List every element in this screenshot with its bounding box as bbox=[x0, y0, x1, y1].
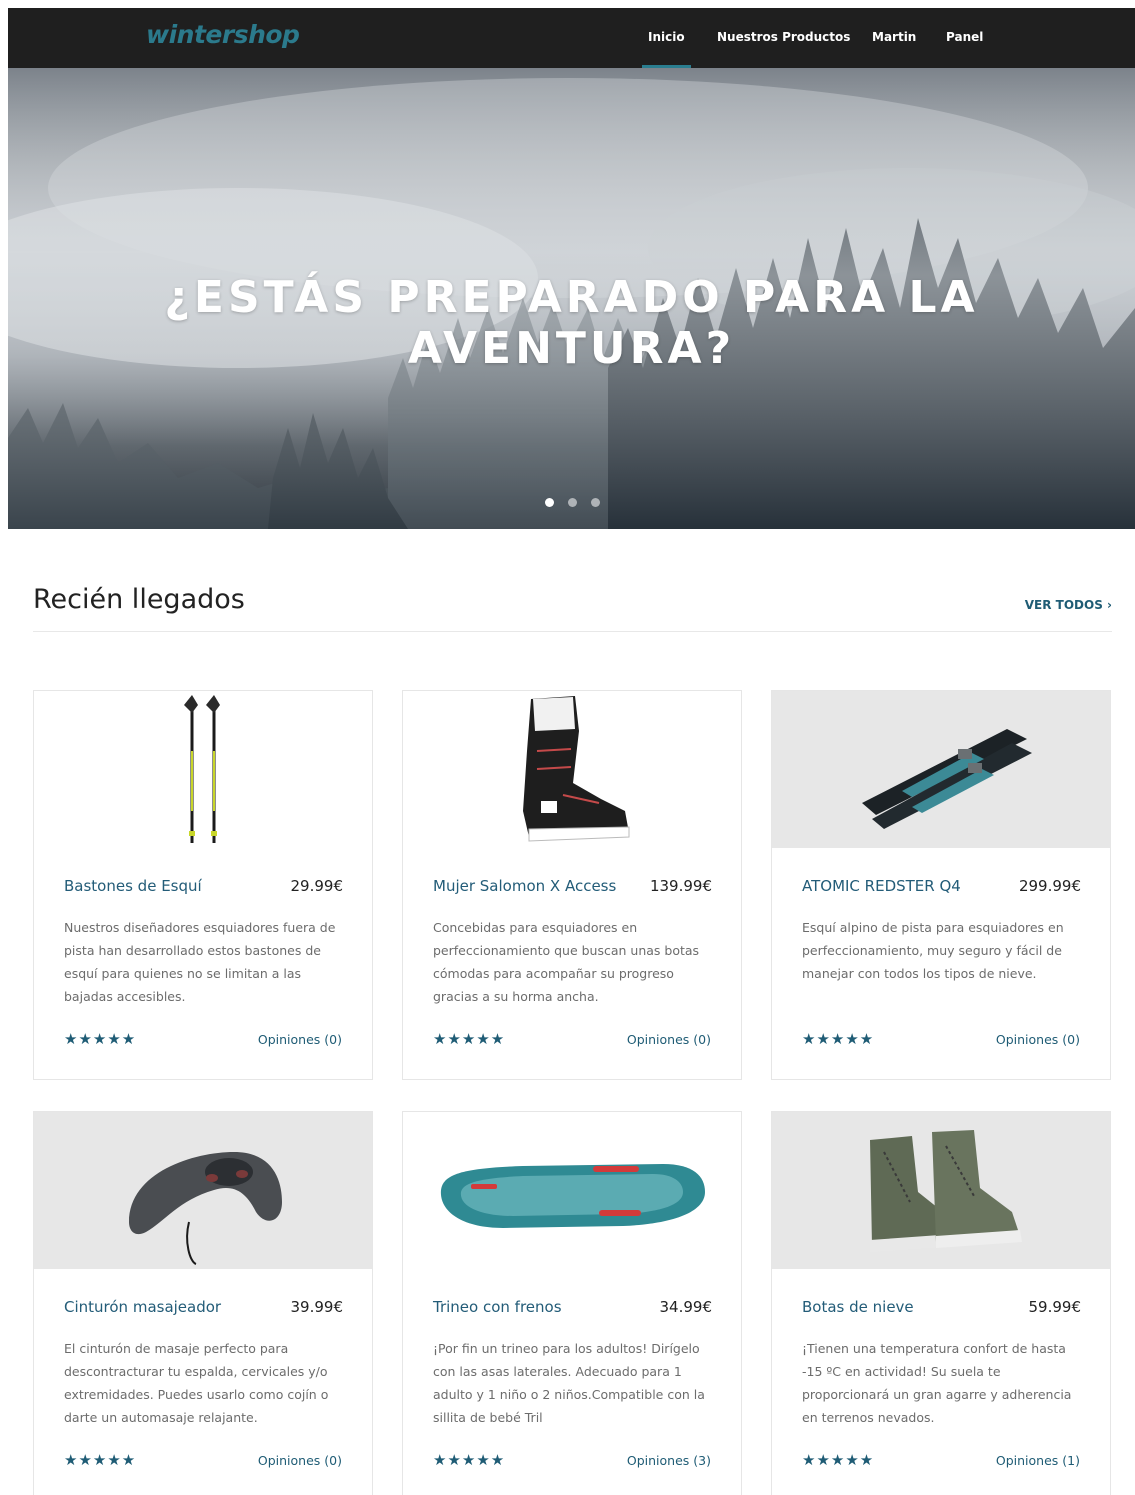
nav-item-inicio[interactable]: Inicio bbox=[642, 30, 691, 68]
product-price: 34.99€ bbox=[659, 1298, 713, 1316]
reviews-link[interactable]: Opiniones (0) bbox=[996, 1032, 1080, 1047]
section-title: Recién llegados bbox=[33, 584, 245, 615]
star-rating-icon: ★★★★★ bbox=[433, 1030, 506, 1048]
product-image[interactable] bbox=[403, 691, 741, 848]
star-rating-icon: ★★★★★ bbox=[433, 1451, 506, 1469]
chevron-right-icon: › bbox=[1107, 598, 1112, 612]
product-description: El cinturón de masaje perfecto para desc… bbox=[64, 1341, 329, 1425]
ski-boot-icon bbox=[523, 696, 630, 842]
star-rating-icon: ★★★★★ bbox=[802, 1451, 875, 1469]
hero-carousel: ¿ESTÁS PREPARADO PARA LA AVENTURA? bbox=[8, 68, 1135, 529]
product-card[interactable]: Mujer Salomon X Access 139.99€ Concebida… bbox=[402, 690, 742, 1080]
hero-title: ¿ESTÁS PREPARADO PARA LA AVENTURA? bbox=[164, 272, 979, 374]
carousel-dot-3[interactable] bbox=[591, 498, 600, 507]
product-price: 299.99€ bbox=[1018, 877, 1081, 895]
reviews-link[interactable]: Opiniones (0) bbox=[627, 1032, 711, 1047]
reviews-link[interactable]: Opiniones (1) bbox=[996, 1453, 1080, 1468]
product-price: 139.99€ bbox=[649, 877, 712, 895]
product-name[interactable]: Trineo con frenos bbox=[433, 1298, 562, 1316]
product-name[interactable]: Botas de nieve bbox=[802, 1298, 914, 1316]
snow-boots-icon bbox=[870, 1130, 1022, 1252]
product-card[interactable]: Cinturón masajeador 39.99€ El cinturón d… bbox=[33, 1111, 373, 1495]
product-name[interactable]: Cinturón masajeador bbox=[64, 1298, 221, 1316]
view-all-label: VER TODOS bbox=[1024, 598, 1103, 612]
product-description: Concebidas para esquiadores en perfeccio… bbox=[433, 920, 700, 1004]
reviews-link[interactable]: Opiniones (3) bbox=[627, 1453, 711, 1468]
product-name[interactable]: ATOMIC REDSTER Q4 bbox=[802, 877, 961, 895]
section-divider bbox=[33, 631, 1112, 632]
product-image[interactable] bbox=[772, 1112, 1110, 1269]
ski-poles-icon bbox=[184, 695, 220, 843]
view-all-link[interactable]: VER TODOS › bbox=[1025, 598, 1112, 612]
product-name[interactable]: Mujer Salomon X Access bbox=[433, 877, 616, 895]
product-image[interactable] bbox=[772, 691, 1110, 848]
carousel-dot-2[interactable] bbox=[568, 498, 577, 507]
product-card[interactable]: ATOMIC REDSTER Q4 299.99€ Esquí alpino d… bbox=[771, 690, 1111, 1080]
product-description: ¡Tienen una temperatura confort de hasta… bbox=[802, 1341, 1072, 1425]
nav-item-martin[interactable]: Martin bbox=[872, 30, 916, 44]
product-card[interactable]: Botas de nieve 59.99€ ¡Tienen una temper… bbox=[771, 1111, 1111, 1495]
reviews-link[interactable]: Opiniones (0) bbox=[258, 1032, 342, 1047]
star-rating-icon: ★★★★★ bbox=[64, 1030, 137, 1048]
product-card[interactable]: Bastones de Esquí 29.99€ Nuestros diseña… bbox=[33, 690, 373, 1080]
site-logo[interactable]: wintershop bbox=[146, 20, 300, 49]
product-price: 39.99€ bbox=[290, 1298, 344, 1316]
product-price: 29.99€ bbox=[290, 877, 344, 895]
product-description: ¡Por fin un trineo para los adultos! Dir… bbox=[433, 1341, 705, 1425]
product-name[interactable]: Bastones de Esquí bbox=[64, 877, 202, 895]
massage-belt-icon bbox=[129, 1152, 282, 1265]
navbar: wintershop Inicio Nuestros Productos Mar… bbox=[8, 8, 1135, 68]
sled-icon bbox=[440, 1164, 705, 1228]
product-image[interactable] bbox=[34, 691, 372, 848]
carousel-dot-1[interactable] bbox=[545, 498, 554, 507]
carousel-indicators bbox=[545, 498, 600, 507]
product-image[interactable] bbox=[403, 1112, 741, 1269]
product-price: 59.99€ bbox=[1028, 1298, 1082, 1316]
product-card[interactable]: Trineo con frenos 34.99€ ¡Por fin un tri… bbox=[402, 1111, 742, 1495]
nav-item-productos[interactable]: Nuestros Productos bbox=[717, 30, 850, 44]
product-image[interactable] bbox=[34, 1112, 372, 1269]
star-rating-icon: ★★★★★ bbox=[64, 1451, 137, 1469]
reviews-link[interactable]: Opiniones (0) bbox=[258, 1453, 342, 1468]
star-rating-icon: ★★★★★ bbox=[802, 1030, 875, 1048]
nav-item-panel[interactable]: Panel bbox=[946, 30, 983, 44]
skis-icon bbox=[862, 729, 1032, 829]
product-description: Esquí alpino de pista para esquiadores e… bbox=[802, 920, 1064, 981]
product-description: Nuestros diseñadores esquiadores fuera d… bbox=[64, 920, 336, 1004]
